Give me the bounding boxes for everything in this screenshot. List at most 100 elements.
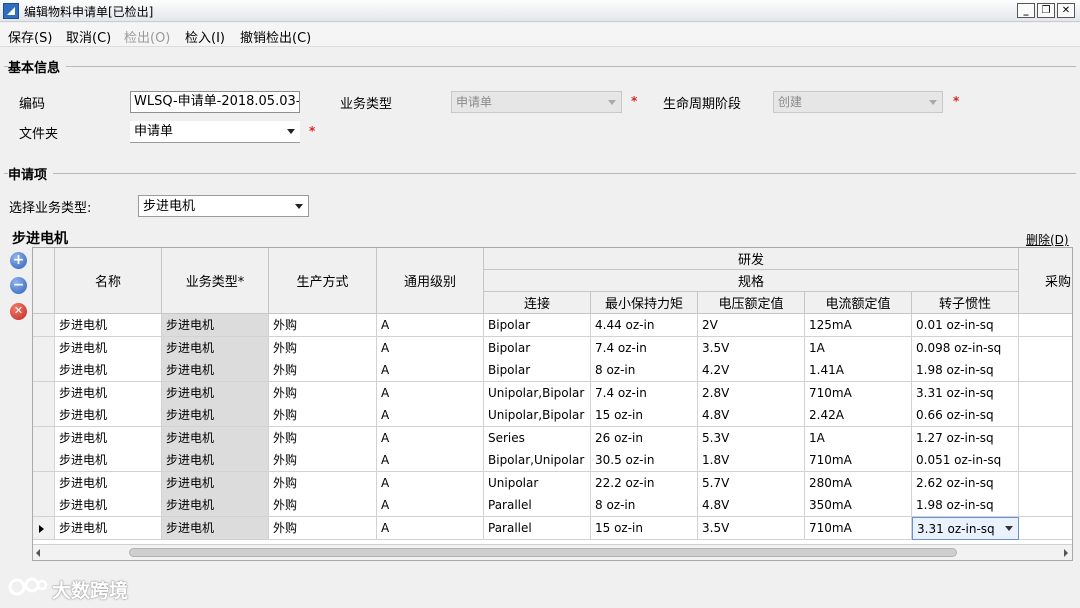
cell-rated-current[interactable]: 1A — [805, 337, 912, 360]
cell-rated-current[interactable]: 1.41A — [805, 359, 912, 382]
cell-rated-voltage[interactable]: 3.5V — [698, 337, 805, 360]
cell-procurement[interactable] — [1019, 404, 1072, 427]
cell-business-type[interactable]: 步进电机 — [162, 517, 269, 540]
cell-rated-current[interactable]: 350mA — [805, 494, 912, 517]
cell-connection[interactable]: Unipolar,Bipolar — [484, 382, 591, 405]
cell-rated-voltage[interactable]: 4.8V — [698, 404, 805, 427]
col-header-rated-current[interactable]: 电流额定值 — [805, 292, 912, 314]
cell-procurement[interactable] — [1019, 472, 1072, 495]
cell-rated-voltage[interactable]: 2.8V — [698, 382, 805, 405]
col-header-min-holding-torque[interactable]: 最小保持力矩 — [591, 292, 698, 314]
business-type-select[interactable]: 申请单 — [451, 91, 622, 113]
cell-name[interactable]: 步进电机 — [55, 472, 162, 495]
cell-rated-current[interactable]: 710mA — [805, 449, 912, 472]
cell-rated-voltage[interactable]: 1.8V — [698, 449, 805, 472]
close-icon[interactable]: ✕ — [10, 303, 27, 320]
chevron-down-icon[interactable] — [1005, 526, 1013, 531]
cell-name[interactable]: 步进电机 — [55, 449, 162, 472]
cell-production[interactable]: 外购 — [269, 359, 377, 382]
cell-business-type[interactable]: 步进电机 — [162, 314, 269, 337]
cell-production[interactable]: 外购 — [269, 382, 377, 405]
cell-connection[interactable]: Bipolar — [484, 314, 591, 337]
cell-min-holding-torque[interactable]: 4.44 oz-in — [591, 314, 698, 337]
close-window-button[interactable]: ✕ — [1057, 3, 1075, 18]
minus-icon[interactable]: − — [10, 277, 27, 294]
cell-min-holding-torque[interactable]: 7.4 oz-in — [591, 337, 698, 360]
cell-rotor-inertia[interactable]: 2.62 oz-in-sq — [912, 472, 1019, 495]
col-header-general-level[interactable]: 通用级别 — [377, 248, 484, 314]
cell-business-type[interactable]: 步进电机 — [162, 359, 269, 382]
cell-production[interactable]: 外购 — [269, 427, 377, 450]
col-header-business-type[interactable]: 业务类型* — [162, 248, 269, 314]
plus-icon[interactable]: + — [10, 252, 27, 269]
cell-name[interactable]: 步进电机 — [55, 427, 162, 450]
row-indicator[interactable] — [33, 382, 55, 405]
cell-connection[interactable]: Parallel — [484, 494, 591, 517]
cell-procurement[interactable] — [1019, 314, 1072, 337]
cell-name[interactable]: 步进电机 — [55, 337, 162, 360]
cell-rotor-inertia[interactable]: 0.01 oz-in-sq — [912, 314, 1019, 337]
cell-production[interactable]: 外购 — [269, 449, 377, 472]
cell-procurement[interactable] — [1019, 337, 1072, 360]
cell-rotor-inertia[interactable]: 1.98 oz-in-sq — [912, 359, 1019, 382]
row-indicator[interactable] — [33, 404, 55, 427]
scroll-left-icon[interactable] — [36, 549, 40, 557]
cell-min-holding-torque[interactable]: 15 oz-in — [591, 404, 698, 427]
menu-checkout[interactable]: 检出(O) — [124, 27, 170, 46]
scroll-thumb[interactable] — [129, 548, 957, 557]
cell-rated-current[interactable]: 125mA — [805, 314, 912, 337]
cell-connection[interactable]: Parallel — [484, 517, 591, 540]
cell-procurement[interactable] — [1019, 427, 1072, 450]
cell-rated-voltage[interactable]: 3.5V — [698, 517, 805, 540]
menu-checkin[interactable]: 检入(I) — [185, 27, 225, 46]
cell-min-holding-torque[interactable]: 22.2 oz-in — [591, 472, 698, 495]
row-indicator[interactable] — [33, 427, 55, 450]
cell-name[interactable]: 步进电机 — [55, 314, 162, 337]
cell-min-holding-torque[interactable]: 7.4 oz-in — [591, 382, 698, 405]
row-indicator[interactable] — [33, 359, 55, 382]
menu-save[interactable]: 保存(S) — [8, 27, 52, 46]
cell-business-type[interactable]: 步进电机 — [162, 427, 269, 450]
cell-general-level[interactable]: A — [377, 449, 484, 472]
row-indicator[interactable] — [33, 449, 55, 472]
delete-link[interactable]: 删除(D) — [1026, 231, 1069, 248]
scroll-right-icon[interactable] — [1064, 549, 1068, 557]
cell-business-type[interactable]: 步进电机 — [162, 494, 269, 517]
cell-business-type[interactable]: 步进电机 — [162, 449, 269, 472]
cell-rated-voltage[interactable]: 4.2V — [698, 359, 805, 382]
cell-rated-current[interactable]: 280mA — [805, 472, 912, 495]
row-indicator[interactable] — [33, 337, 55, 360]
cell-name[interactable]: 步进电机 — [55, 517, 162, 540]
cell-name[interactable]: 步进电机 — [55, 404, 162, 427]
restore-button[interactable]: ❐ — [1037, 3, 1055, 18]
cell-general-level[interactable]: A — [377, 359, 484, 382]
cell-connection[interactable]: Unipolar,Bipolar — [484, 404, 591, 427]
cell-rotor-inertia[interactable]: 0.098 oz-in-sq — [912, 337, 1019, 360]
cell-rotor-inertia[interactable]: 3.31 oz-in-sq — [912, 517, 1019, 540]
menu-undo-checkout[interactable]: 撤销检出(C) — [240, 27, 311, 46]
cell-rated-voltage[interactable]: 2V — [698, 314, 805, 337]
cell-procurement[interactable] — [1019, 382, 1072, 405]
cell-general-level[interactable]: A — [377, 494, 484, 517]
cell-business-type[interactable]: 步进电机 — [162, 382, 269, 405]
cell-rated-current[interactable]: 1A — [805, 427, 912, 450]
cell-name[interactable]: 步进电机 — [55, 382, 162, 405]
folder-select[interactable]: 申请单 — [130, 121, 300, 143]
cell-procurement[interactable] — [1019, 494, 1072, 517]
cell-min-holding-torque[interactable]: 15 oz-in — [591, 517, 698, 540]
cell-general-level[interactable]: A — [377, 382, 484, 405]
cell-rotor-inertia[interactable]: 3.31 oz-in-sq — [912, 382, 1019, 405]
cell-procurement[interactable] — [1019, 517, 1072, 540]
cell-rated-current[interactable]: 2.42A — [805, 404, 912, 427]
cell-name[interactable]: 步进电机 — [55, 494, 162, 517]
cell-general-level[interactable]: A — [377, 472, 484, 495]
cell-min-holding-torque[interactable]: 8 oz-in — [591, 494, 698, 517]
minimize-button[interactable]: _ — [1017, 3, 1035, 18]
cell-connection[interactable]: Bipolar,Unipolar — [484, 449, 591, 472]
cell-rated-current[interactable]: 710mA — [805, 382, 912, 405]
cell-procurement[interactable] — [1019, 359, 1072, 382]
col-header-rated-voltage[interactable]: 电压额定值 — [698, 292, 805, 314]
code-field[interactable]: WLSQ-申请单-2018.05.03-6 — [130, 91, 300, 113]
cell-connection[interactable]: Series — [484, 427, 591, 450]
cell-rotor-inertia[interactable]: 0.051 oz-in-sq — [912, 449, 1019, 472]
